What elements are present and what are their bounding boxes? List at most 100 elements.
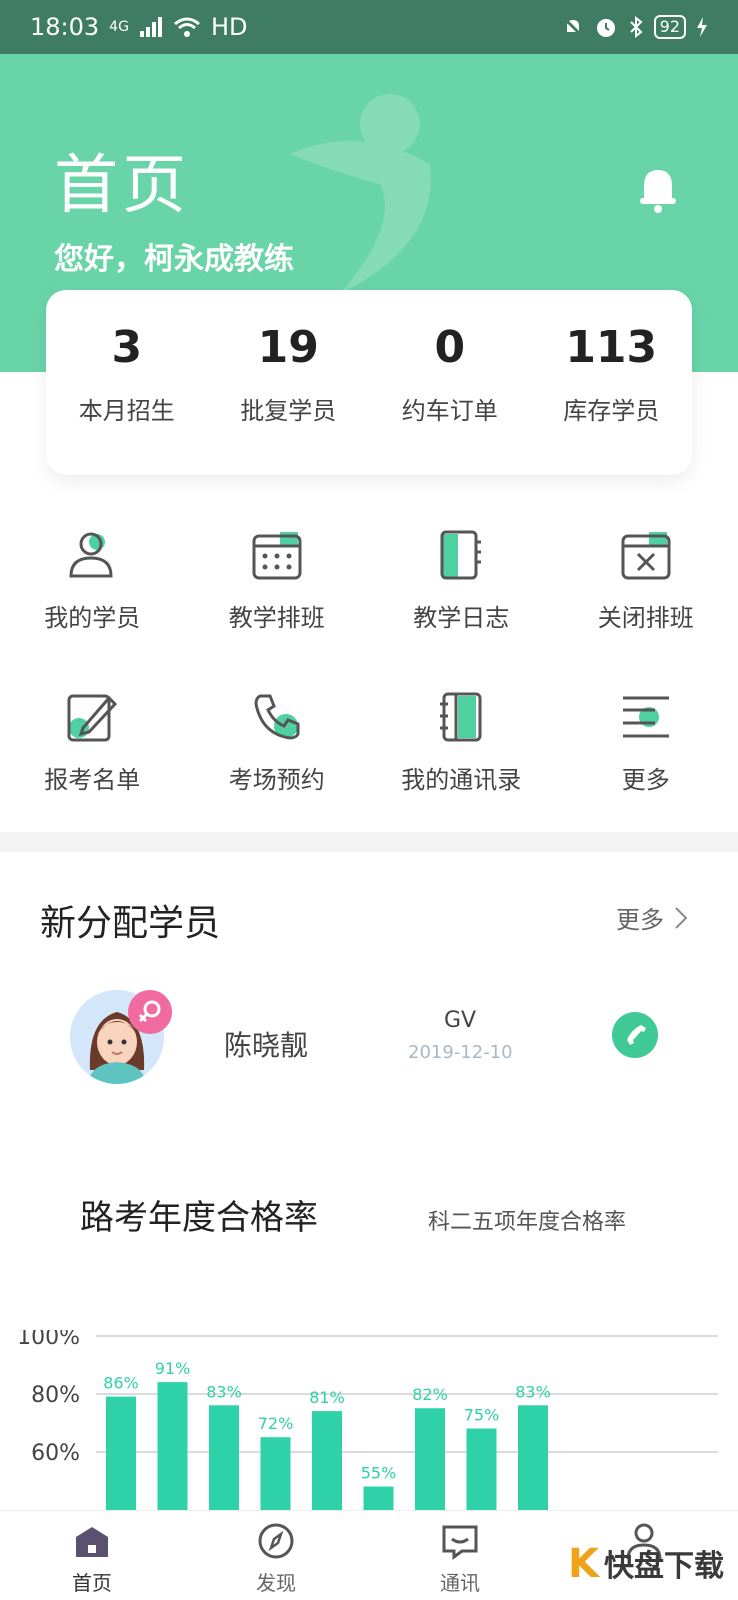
new-students-title: 新分配学员 — [40, 903, 221, 944]
bar-value-label: 83% — [206, 1382, 242, 1401]
nav-label: 通讯 — [440, 1571, 480, 1595]
contacts-icon — [440, 692, 482, 742]
grid-label: 我的通讯录 — [401, 766, 522, 794]
grid-item-exam-booking[interactable]: 考场预约 — [185, 682, 370, 844]
bar-value-label: 72% — [258, 1414, 294, 1433]
chart-bar — [106, 1396, 136, 1510]
network-label: 4G — [109, 19, 129, 35]
bar-value-label: 81% — [309, 1388, 345, 1407]
female-symbol-icon — [138, 1000, 161, 1023]
wifi-label: HD — [210, 13, 248, 41]
alarm-icon — [596, 19, 615, 37]
home-icon — [76, 1527, 108, 1557]
bluetooth-icon — [629, 15, 643, 39]
chevron-right-icon — [675, 906, 688, 929]
stat-value: 19 — [257, 322, 319, 373]
stat-value: 3 — [111, 322, 143, 373]
grid-item-contacts[interactable]: 我的通讯录 — [369, 682, 554, 844]
watermark-text: 快盘下载 — [604, 1549, 724, 1584]
student-date: 2019-12-10 — [408, 1042, 513, 1063]
student-name: 陈晓靓 — [224, 1029, 309, 1062]
stat-inventory[interactable]: 113 库存学员 — [531, 290, 693, 475]
call-button[interactable] — [612, 1012, 658, 1058]
message-icon — [442, 1525, 478, 1560]
grid-label: 报考名单 — [44, 766, 141, 794]
grid-label: 关闭排班 — [597, 604, 694, 632]
bar-value-label: 91% — [155, 1359, 191, 1378]
grid-row: 我的学员 教学排班 教学日志 关闭排班 — [0, 520, 738, 682]
stat-enrolled[interactable]: 3 本月招生 — [46, 290, 208, 475]
nav-item-home[interactable]: 首页 — [0, 1511, 184, 1600]
stats-card: 3 本月招生 19 批复学员 0 约车订单 113 库存学员 — [46, 290, 692, 475]
chart-bar — [518, 1405, 548, 1510]
chart-bar — [363, 1486, 394, 1510]
bar-value-label: 82% — [412, 1385, 448, 1404]
page-title: 首页 — [54, 149, 190, 223]
pass-rate-chart: 100% 80% 60% 86% 91% 83% 72% 81% 55% 82% 75% 83% — [17, 1330, 718, 1510]
stat-label: 库存学员 — [563, 397, 660, 425]
bar-value-label: 75% — [464, 1406, 500, 1425]
status-left: 18:03 4G HD — [30, 13, 247, 41]
bell-icon[interactable] — [636, 164, 680, 214]
notebook-icon — [440, 530, 482, 580]
status-right: 92 — [562, 15, 708, 39]
greeting: 您好，柯永成教练 — [54, 242, 294, 277]
more-label: 更多 — [616, 906, 664, 934]
stat-label: 批复学员 — [240, 397, 337, 425]
menu-icon — [622, 696, 669, 738]
nav-item-messages[interactable]: 通讯 — [368, 1511, 552, 1600]
grid-item-teaching-schedule[interactable]: 教学排班 — [185, 520, 370, 682]
calendar-icon — [252, 532, 302, 580]
grid-item-more[interactable]: 更多 — [554, 682, 738, 844]
chart-bar — [415, 1408, 445, 1510]
new-students-more-link[interactable]: 更多 — [616, 900, 688, 935]
grid-label: 考场预约 — [228, 766, 325, 794]
watermark-k-icon: K — [568, 1541, 599, 1587]
chart-bar — [312, 1411, 342, 1510]
phone-icon — [254, 694, 300, 740]
chart-bar — [466, 1428, 497, 1510]
nav-label: 首页 — [72, 1571, 112, 1595]
grid-label: 教学排班 — [228, 604, 325, 632]
y-tick-label: 60% — [31, 1441, 80, 1466]
status-time: 18:03 — [30, 13, 100, 41]
stat-orders[interactable]: 0 约车订单 — [369, 290, 531, 475]
edit-icon — [67, 694, 118, 742]
status-bar: 18:03 4G HD 92 — [0, 0, 738, 54]
battery-indicator: 92 — [653, 15, 686, 39]
signal-icon — [139, 17, 162, 37]
watermark-logo: K 快盘下载 — [568, 1530, 738, 1596]
user-icon — [69, 532, 113, 578]
stat-value: 113 — [565, 322, 658, 373]
mute-icon — [563, 17, 582, 37]
stat-label: 本月招生 — [78, 397, 175, 425]
chart-bar — [209, 1405, 239, 1510]
bar-value-label: 86% — [103, 1374, 139, 1393]
compass-icon — [258, 1523, 294, 1559]
chart-bar — [157, 1382, 188, 1510]
chart-bar — [260, 1437, 291, 1510]
calendar-close-icon — [621, 532, 671, 580]
bar-value-label: 55% — [361, 1464, 397, 1483]
pass-rate-subtitle[interactable]: 科二五项年度合格率 — [428, 1204, 626, 1236]
grid-item-my-students[interactable]: 我的学员 — [0, 520, 185, 682]
grid-item-teaching-log[interactable]: 教学日志 — [369, 520, 554, 682]
header-decoration-icon — [290, 94, 431, 294]
wifi-icon — [173, 17, 200, 37]
nav-item-discover[interactable]: 发现 — [184, 1511, 368, 1600]
stat-approved[interactable]: 19 批复学员 — [208, 290, 370, 475]
grid-label: 教学日志 — [413, 604, 510, 632]
grid-item-exam-list[interactable]: 报考名单 — [0, 682, 185, 844]
stat-label: 约车订单 — [401, 397, 498, 425]
charging-icon — [697, 17, 707, 37]
grid-label: 更多 — [621, 766, 670, 794]
nav-label: 发现 — [256, 1571, 296, 1595]
y-tick-label: 100% — [17, 1330, 80, 1350]
bar-value-label: 83% — [515, 1382, 551, 1401]
student-row[interactable]: 陈晓靓 GV 2019-12-10 — [0, 990, 738, 1100]
grid-item-close-schedule[interactable]: 关闭排班 — [554, 520, 738, 682]
stat-value: 0 — [434, 322, 466, 373]
student-class: GV — [444, 1008, 477, 1033]
phone-call-icon — [627, 1025, 646, 1045]
female-badge-icon — [128, 990, 172, 1034]
